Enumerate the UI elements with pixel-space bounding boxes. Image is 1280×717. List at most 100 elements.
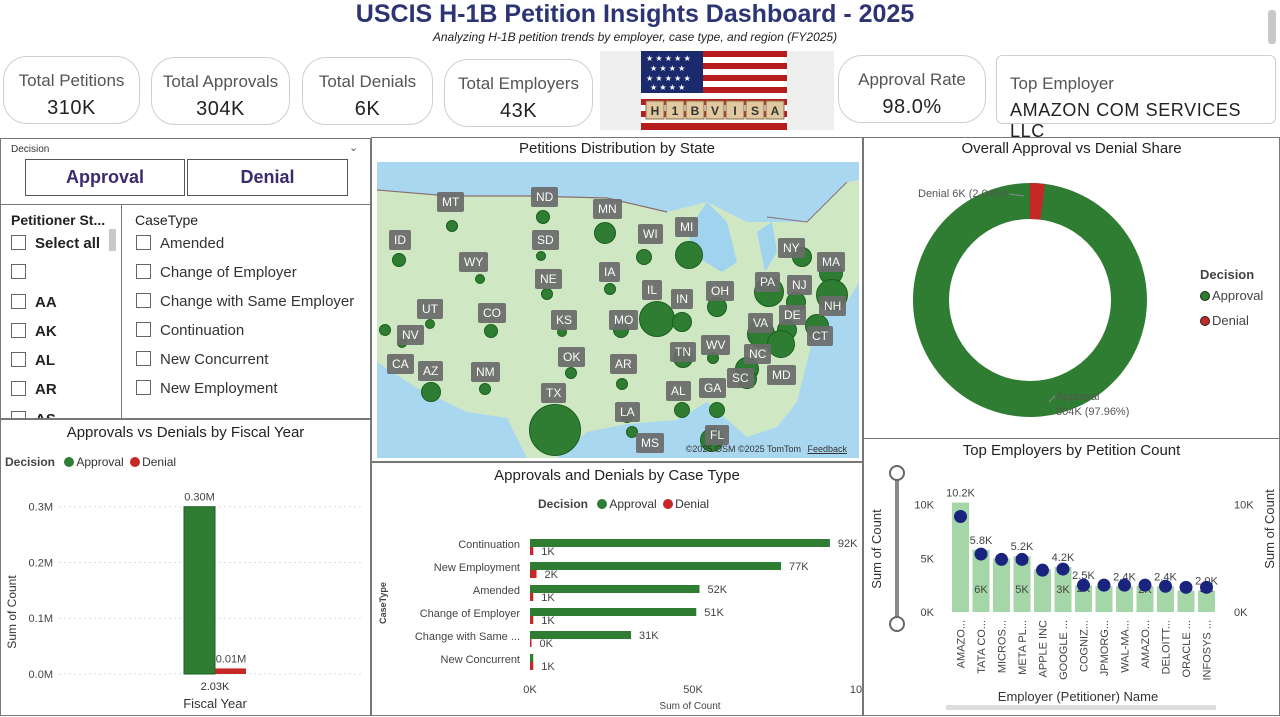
state-slicer-item[interactable]: AS <box>11 410 115 418</box>
checkbox[interactable] <box>11 264 26 280</box>
state-bubble-wy[interactable] <box>475 274 485 284</box>
decision-approval-button[interactable]: Approval <box>25 159 185 196</box>
checkbox[interactable] <box>136 351 151 366</box>
marker-point[interactable] <box>1159 579 1172 593</box>
chevron-down-icon[interactable]: ⌄ <box>349 141 358 154</box>
state-bubble-ga[interactable] <box>709 402 725 418</box>
checkbox[interactable] <box>136 293 151 308</box>
state-bubble-ia[interactable] <box>604 283 616 295</box>
case-type-chart-panel: Approvals and Denials by Case Type Decis… <box>371 462 863 716</box>
bar-denial[interactable] <box>215 668 246 674</box>
state-bubble-mi[interactable] <box>675 241 703 269</box>
bar-approval[interactable] <box>530 585 700 593</box>
bar-approval[interactable] <box>530 654 534 662</box>
bar-denial[interactable] <box>530 547 534 555</box>
donut-legend-approval: Approval <box>1200 288 1263 303</box>
employer-bar[interactable] <box>993 558 1010 612</box>
checkbox[interactable] <box>11 352 26 368</box>
state-bubble-wi[interactable] <box>636 249 652 265</box>
casetype-slicer-item[interactable]: Change of Employer <box>136 264 371 293</box>
checkbox[interactable] <box>136 264 151 279</box>
bar-inner-label: 5K <box>1015 584 1029 596</box>
bar-denial[interactable] <box>530 662 534 670</box>
marker-point[interactable] <box>1138 578 1152 592</box>
state-bubble-ok[interactable] <box>565 367 577 379</box>
casetype-slicer-item[interactable]: Change with Same Employer <box>136 293 371 322</box>
casetype-slicer-item[interactable]: New Concurrent <box>136 351 371 380</box>
marker-point[interactable] <box>1097 578 1111 592</box>
checkbox[interactable] <box>11 235 26 250</box>
marker-point[interactable] <box>1118 578 1131 592</box>
casetype-slicer-item[interactable]: Amended <box>136 235 371 264</box>
marker-point[interactable] <box>1015 552 1029 566</box>
state-slicer-item[interactable] <box>11 264 115 293</box>
marker-point[interactable] <box>974 547 988 561</box>
state-bubble-nd[interactable] <box>536 210 550 224</box>
decision-denial-button[interactable]: Denial <box>187 159 348 196</box>
state-slicer-item[interactable]: AL <box>11 352 115 381</box>
state-bubble-co[interactable] <box>484 324 498 338</box>
marker-point[interactable] <box>1036 563 1049 577</box>
bar-denial[interactable] <box>530 639 532 647</box>
state-bubble-md[interactable] <box>767 330 795 358</box>
checkbox[interactable] <box>11 322 26 338</box>
state-bubble-il[interactable] <box>639 301 675 337</box>
range-slider-handle-bottom[interactable] <box>889 616 905 632</box>
checkbox[interactable] <box>11 381 26 397</box>
marker-point[interactable] <box>1179 580 1193 594</box>
bar-approval[interactable] <box>530 562 782 570</box>
bar-approval[interactable] <box>530 539 830 547</box>
state-bubble-ut[interactable] <box>425 319 435 329</box>
state-slicer-item[interactable]: Select all <box>11 235 115 264</box>
checkbox[interactable] <box>136 322 151 337</box>
map-feedback-link[interactable]: Feedback <box>807 444 847 454</box>
bar-denial[interactable] <box>530 616 534 624</box>
state-slicer-item[interactable]: AK <box>11 322 115 352</box>
state-bubble-sd[interactable] <box>536 251 546 261</box>
state-bubble-ca[interactable] <box>379 324 391 336</box>
map-copyright: ©2025 OSM ©2025 TomTom <box>685 444 801 454</box>
donut-approval-slice[interactable] <box>913 183 1147 417</box>
state-badge-ma: MA <box>817 252 845 272</box>
page-scrollbar[interactable] <box>1268 10 1276 44</box>
state-slicer-scrollbar[interactable] <box>109 229 116 251</box>
state-bubble-nm[interactable] <box>479 383 491 395</box>
state-bubble-al[interactable] <box>674 402 690 418</box>
state-slicer-item[interactable]: AA <box>11 293 115 323</box>
state-bubble-ar[interactable] <box>616 378 628 390</box>
bar-denial[interactable] <box>530 570 537 578</box>
state-bubble-tx[interactable] <box>529 404 581 456</box>
state-slicer-item[interactable]: AR <box>11 381 115 410</box>
marker-point[interactable] <box>995 552 1008 566</box>
state-badge-in: IN <box>671 289 693 309</box>
horizontal-scrollbar[interactable] <box>946 705 1216 710</box>
bar-inner-label: 6K <box>974 584 988 596</box>
denial-dot-icon <box>1200 316 1210 326</box>
marker-point[interactable] <box>1200 580 1213 594</box>
state-bubble-mn[interactable] <box>594 222 616 244</box>
marker-point[interactable] <box>954 510 967 524</box>
us-map[interactable]: ©2025 OSM ©2025 TomTom Feedback MT ND MN ID… <box>377 162 859 458</box>
casetype-slicer-item[interactable]: Continuation <box>136 322 371 351</box>
bar-approval[interactable] <box>530 608 697 616</box>
state-bubble-az[interactable] <box>421 382 441 402</box>
state-bubble-mt[interactable] <box>446 220 458 232</box>
letter-tile-text: B <box>691 104 700 118</box>
casetype-slicer-item-label: New Concurrent <box>160 351 269 368</box>
state-slicer-item-label: AS <box>35 411 56 418</box>
state-bubble-id[interactable] <box>392 253 406 267</box>
state-badge-nd: ND <box>531 187 559 207</box>
casetype-slicer-item[interactable]: New Employment <box>136 380 371 409</box>
checkbox[interactable] <box>11 293 26 309</box>
marker-point[interactable] <box>1056 562 1070 576</box>
state-bubble-ne[interactable] <box>541 288 553 300</box>
checkbox[interactable] <box>11 410 26 418</box>
bar-denial[interactable] <box>530 593 534 601</box>
range-slider-handle-top[interactable] <box>889 465 905 481</box>
state-bubble-in[interactable] <box>672 312 692 332</box>
checkbox[interactable] <box>136 380 151 395</box>
marker-point[interactable] <box>1077 578 1090 592</box>
checkbox[interactable] <box>136 235 151 250</box>
bar-approval[interactable] <box>183 506 216 675</box>
approval-dot-icon <box>1200 291 1210 301</box>
